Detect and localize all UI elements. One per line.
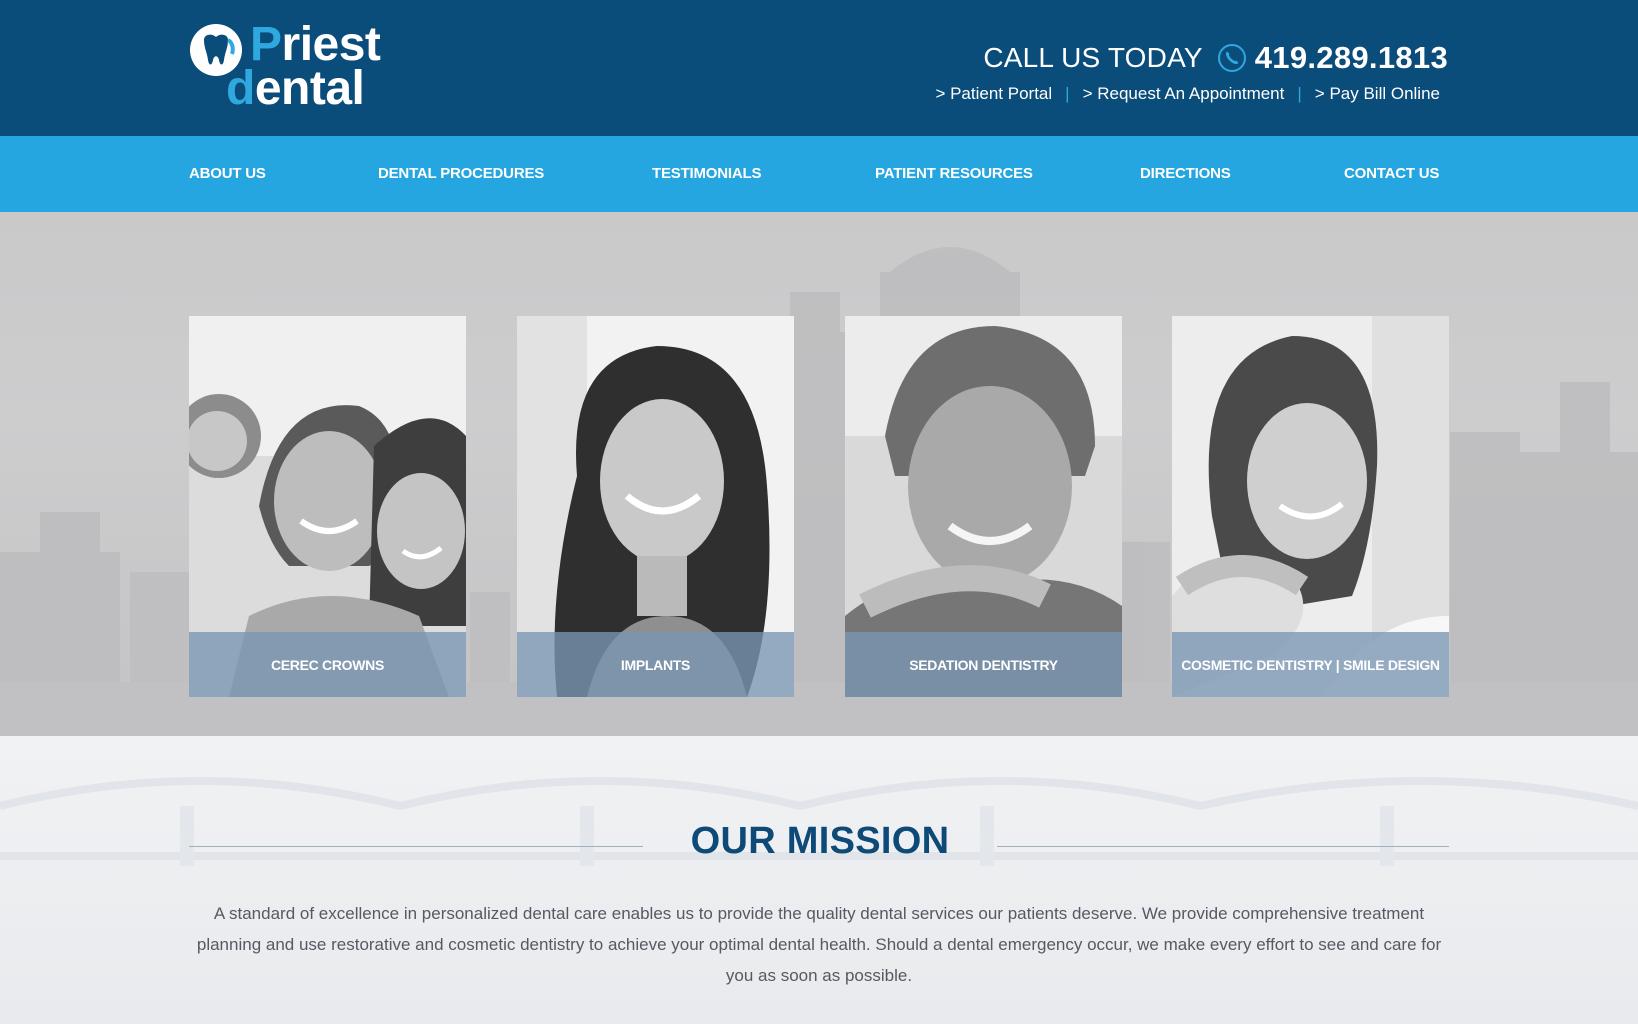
main-nav: ABOUT US DENTAL PROCEDURES TESTIMONIALS …	[0, 136, 1638, 212]
mission-title: OUR MISSION	[690, 820, 950, 862]
call-us-block: CALL US TODAY 419.289.1813	[983, 38, 1448, 78]
services-hero: CEREC CROWNS IMPLANTS SEDATION DENTISTRY	[0, 212, 1638, 736]
request-appointment-link[interactable]: > Request An Appointment	[1083, 84, 1285, 104]
site-header: Priest dental CALL US TODAY 419.289.1813…	[0, 0, 1638, 136]
nav-item-contact-us[interactable]: CONTACT US	[1344, 136, 1439, 212]
priest-dental-logo[interactable]: Priest dental	[188, 20, 394, 114]
service-label: SEDATION DENTISTRY	[845, 632, 1122, 697]
link-separator: |	[1297, 84, 1302, 103]
service-card-sedation-dentistry[interactable]: SEDATION DENTISTRY	[845, 316, 1122, 697]
mission-text: A standard of excellence in personalized…	[196, 904, 1442, 985]
service-label: CEREC CROWNS	[189, 632, 466, 697]
service-card-implants[interactable]: IMPLANTS	[517, 316, 794, 697]
quick-links: > Patient Portal | > Request An Appointm…	[935, 84, 1440, 104]
phone-number-link[interactable]: 419.289.1813	[1255, 40, 1448, 76]
logo-text-dental: dental	[226, 62, 365, 115]
nav-item-dental-procedures[interactable]: DENTAL PROCEDURES	[378, 136, 544, 212]
patient-portal-link[interactable]: > Patient Portal	[935, 84, 1052, 104]
service-card-cerec-crowns[interactable]: CEREC CROWNS	[189, 316, 466, 697]
service-card-cosmetic-dentistry[interactable]: COSMETIC DENTISTRY | SMILE DESIGN	[1172, 316, 1449, 697]
nav-item-about-us[interactable]: ABOUT US	[189, 136, 266, 212]
call-us-label: CALL US TODAY	[983, 42, 1203, 73]
mission-divider-left	[189, 846, 643, 847]
nav-item-patient-resources[interactable]: PATIENT RESOURCES	[875, 136, 1033, 212]
nav-item-directions[interactable]: DIRECTIONS	[1140, 136, 1231, 212]
service-label: IMPLANTS	[517, 632, 794, 697]
phone-icon	[1217, 44, 1246, 72]
service-label: COSMETIC DENTISTRY | SMILE DESIGN	[1172, 632, 1449, 697]
mission-divider-right	[997, 846, 1449, 847]
mission-section: OUR MISSION A standard of excellence in …	[0, 736, 1638, 1024]
link-separator: |	[1065, 84, 1070, 103]
nav-item-testimonials[interactable]: TESTIMONIALS	[652, 136, 761, 212]
pay-bill-link[interactable]: > Pay Bill Online	[1315, 84, 1440, 104]
